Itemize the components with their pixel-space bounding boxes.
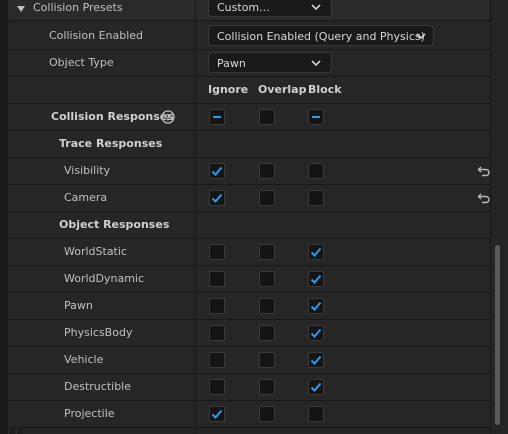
block-checkbox[interactable]	[308, 379, 324, 395]
collision-enabled-dropdown[interactable]: Collision Enabled (Query and Physics)	[208, 25, 434, 46]
block-checkbox[interactable]	[308, 325, 324, 341]
block-checkbox[interactable]	[308, 352, 324, 368]
overlap-checkbox[interactable]	[259, 379, 275, 395]
overlap-checkbox[interactable]	[259, 406, 275, 422]
scrollbar-thumb[interactable]	[495, 245, 500, 425]
object-type-dropdown[interactable]: Pawn	[208, 52, 332, 73]
object-responses-row: Object Responses	[8, 212, 490, 239]
collision-responses-row: Collision Responses ?	[8, 104, 490, 131]
object-responses-label: Object Responses	[59, 218, 170, 231]
collision-enabled-row: Collision Enabled Collision Enabled (Que…	[8, 23, 490, 50]
overlap-checkbox[interactable]	[259, 298, 275, 314]
object-type-value: Pawn	[217, 57, 246, 70]
ignore-checkbox[interactable]	[209, 325, 225, 341]
block-checkbox[interactable]	[308, 271, 324, 287]
object-type-row: Object Type Pawn	[8, 50, 490, 77]
ignore-checkbox[interactable]	[209, 163, 225, 179]
response-label: Visibility	[64, 164, 111, 177]
checkmark-icon	[211, 409, 223, 419]
reset-to-default-icon[interactable]	[477, 191, 491, 205]
collision-responses-ignore-checkbox[interactable]	[209, 109, 225, 125]
response-row: WorldDynamic	[8, 266, 490, 293]
ignore-checkbox[interactable]	[209, 298, 225, 314]
collision-presets-label: Collision Presets	[33, 1, 123, 14]
trace-responses-row: Trace Responses	[8, 131, 490, 158]
chevron-down-icon	[416, 33, 426, 40]
help-icon[interactable]: ?	[161, 110, 175, 124]
collision-responses-label: Collision Responses	[51, 110, 174, 123]
response-label: Camera	[64, 191, 108, 204]
ignore-checkbox[interactable]	[209, 379, 225, 395]
response-row: Camera	[8, 185, 490, 212]
response-row: Projectile	[8, 401, 490, 428]
response-row: Destructible	[8, 374, 490, 401]
ignore-checkbox[interactable]	[209, 271, 225, 287]
overlap-checkbox[interactable]	[259, 190, 275, 206]
block-checkbox[interactable]	[308, 244, 324, 260]
checkmark-icon	[310, 382, 322, 392]
collision-presets-row: Collision Presets Custom...	[8, 0, 490, 21]
svg-text:?: ?	[165, 114, 170, 124]
checkmark-icon	[310, 301, 322, 311]
object-type-label: Object Type	[49, 56, 114, 69]
expand-arrow-icon[interactable]	[16, 4, 26, 14]
overlap-checkbox[interactable]	[259, 271, 275, 287]
mixed-icon	[312, 116, 320, 118]
mixed-icon	[213, 116, 221, 118]
left-gutter	[0, 0, 8, 434]
overlap-checkbox[interactable]	[259, 352, 275, 368]
block-checkbox[interactable]	[308, 190, 324, 206]
trace-responses-label: Trace Responses	[59, 137, 163, 150]
response-label: PhysicsBody	[64, 326, 133, 339]
overlap-column-header: Overlap	[258, 83, 307, 96]
checkmark-icon	[310, 247, 322, 257]
collision-responses-block-checkbox[interactable]	[308, 109, 324, 125]
ignore-checkbox[interactable]	[209, 190, 225, 206]
checkmark-icon	[211, 166, 223, 176]
ignore-checkbox[interactable]	[209, 406, 225, 422]
chevron-down-icon	[311, 60, 321, 67]
collision-enabled-label: Collision Enabled	[49, 29, 144, 42]
checkmark-icon	[310, 328, 322, 338]
response-label: Projectile	[64, 407, 115, 420]
details-panel: Collision Presets Custom... Collision En…	[0, 0, 508, 434]
checkmark-icon	[310, 355, 322, 365]
response-label: WorldStatic	[64, 245, 127, 258]
collision-responses-overlap-checkbox[interactable]	[259, 109, 275, 125]
collision-presets-dropdown[interactable]: Custom...	[208, 0, 332, 17]
block-checkbox[interactable]	[308, 163, 324, 179]
reset-to-default-icon[interactable]	[477, 164, 491, 178]
block-checkbox[interactable]	[308, 298, 324, 314]
ignore-column-header: Ignore	[208, 83, 249, 96]
response-row: WorldStatic	[8, 239, 490, 266]
chevron-down-icon	[311, 4, 321, 11]
block-column-header: Block	[308, 83, 342, 96]
response-label: Destructible	[64, 380, 131, 393]
column-divider	[195, 0, 196, 434]
response-label: Vehicle	[64, 353, 104, 366]
response-label: WorldDynamic	[64, 272, 145, 285]
column-header-row: Ignore Overlap Block	[8, 77, 490, 104]
collision-enabled-value: Collision Enabled (Query and Physics)	[217, 30, 425, 43]
response-row: PhysicsBody	[8, 320, 490, 347]
checkmark-icon	[310, 274, 322, 284]
block-checkbox[interactable]	[308, 406, 324, 422]
checkmark-icon	[211, 193, 223, 203]
overlap-checkbox[interactable]	[259, 163, 275, 179]
ignore-checkbox[interactable]	[209, 244, 225, 260]
collision-presets-value: Custom...	[217, 1, 270, 14]
response-row: Visibility	[8, 158, 490, 185]
column-divider	[490, 0, 491, 434]
response-label: Pawn	[64, 299, 93, 312]
response-row: Pawn	[8, 293, 490, 320]
ignore-checkbox[interactable]	[209, 352, 225, 368]
overlap-checkbox[interactable]	[259, 244, 275, 260]
overlap-checkbox[interactable]	[259, 325, 275, 341]
response-row: Vehicle	[8, 347, 490, 374]
